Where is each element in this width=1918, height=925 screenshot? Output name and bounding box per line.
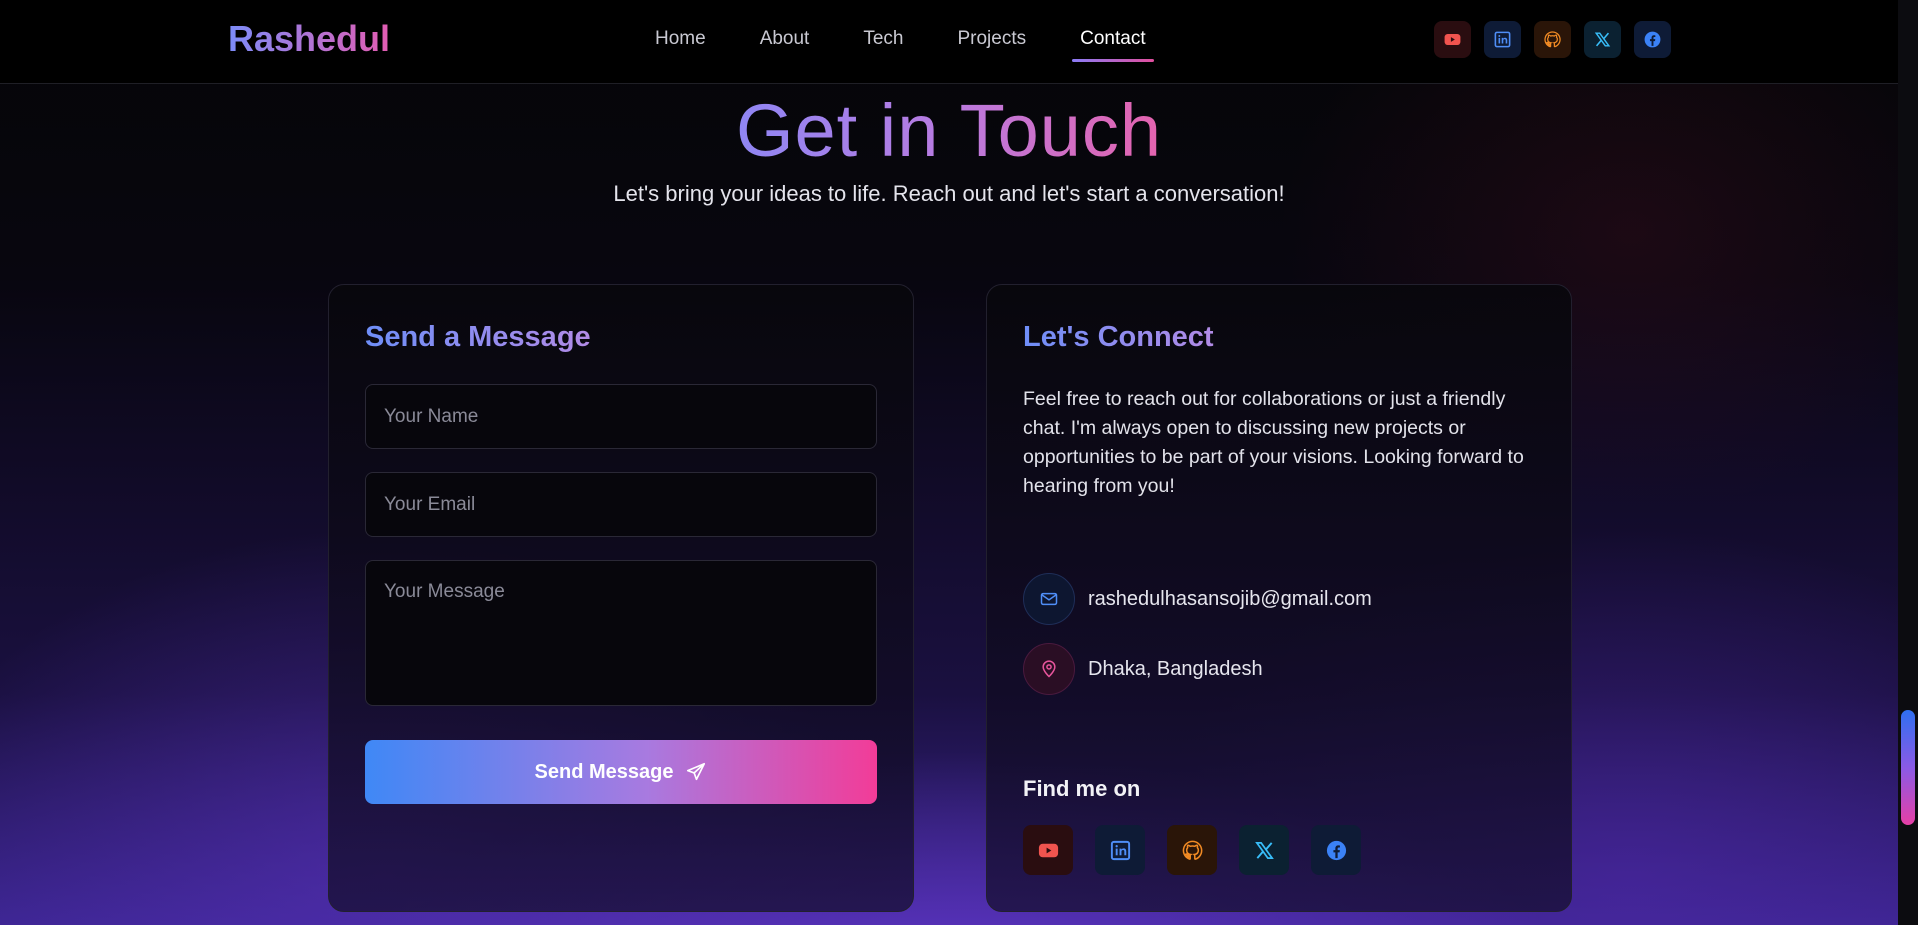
youtube-icon[interactable] (1434, 21, 1471, 58)
send-message-button[interactable]: Send Message (365, 740, 877, 804)
send-icon (687, 762, 706, 781)
nav-links: Home About Tech Projects Contact (655, 28, 1200, 62)
nav-link-contact[interactable]: Contact (1072, 28, 1155, 62)
map-pin-icon (1023, 643, 1075, 695)
scrollbar-thumb[interactable] (1901, 710, 1915, 825)
connect-description: Feel free to reach out for collaboration… (1023, 388, 1524, 497)
email-text[interactable]: rashedulhasansojib@gmail.com (1088, 588, 1372, 611)
linkedin-icon[interactable] (1095, 825, 1145, 875)
mail-icon (1023, 573, 1075, 625)
nav-link-home[interactable]: Home (655, 28, 706, 50)
top-navbar: Rashedul Home About Tech Projects Contac… (0, 0, 1898, 84)
contact-form-card: Send a Message Send Message (328, 284, 914, 912)
brand-logo[interactable]: Rashedul (228, 18, 390, 60)
nav-social-links (1434, 21, 1671, 58)
name-input[interactable] (365, 384, 877, 449)
connect-card: Let's Connect Feel free to reach out for… (986, 284, 1572, 912)
page-title: Get in Touch (735, 89, 1163, 172)
email-input[interactable] (365, 472, 877, 537)
location-info: Dhaka, Bangladesh (1023, 643, 1263, 695)
form-title: Send a Message (365, 321, 591, 353)
facebook-icon[interactable] (1311, 825, 1361, 875)
youtube-icon[interactable] (1023, 825, 1073, 875)
x-icon[interactable] (1584, 21, 1621, 58)
page: Rashedul Home About Tech Projects Contac… (0, 0, 1898, 925)
nav-link-projects[interactable]: Projects (957, 28, 1026, 50)
linkedin-icon[interactable] (1484, 21, 1521, 58)
github-icon[interactable] (1167, 825, 1217, 875)
find-me-title: Find me on (1023, 776, 1141, 801)
github-icon[interactable] (1534, 21, 1571, 58)
x-icon[interactable] (1239, 825, 1289, 875)
email-info: rashedulhasansojib@gmail.com (1023, 573, 1372, 625)
card-social-links (1023, 825, 1361, 875)
send-message-label: Send Message (534, 760, 674, 783)
connect-title: Let's Connect (1023, 321, 1214, 353)
facebook-icon[interactable] (1634, 21, 1671, 58)
location-text: Dhaka, Bangladesh (1088, 657, 1263, 680)
page-subtitle: Let's bring your ideas to life. Reach ou… (613, 181, 1285, 206)
nav-link-tech[interactable]: Tech (863, 28, 903, 50)
message-textarea[interactable] (365, 560, 877, 706)
nav-link-about[interactable]: About (760, 28, 810, 50)
